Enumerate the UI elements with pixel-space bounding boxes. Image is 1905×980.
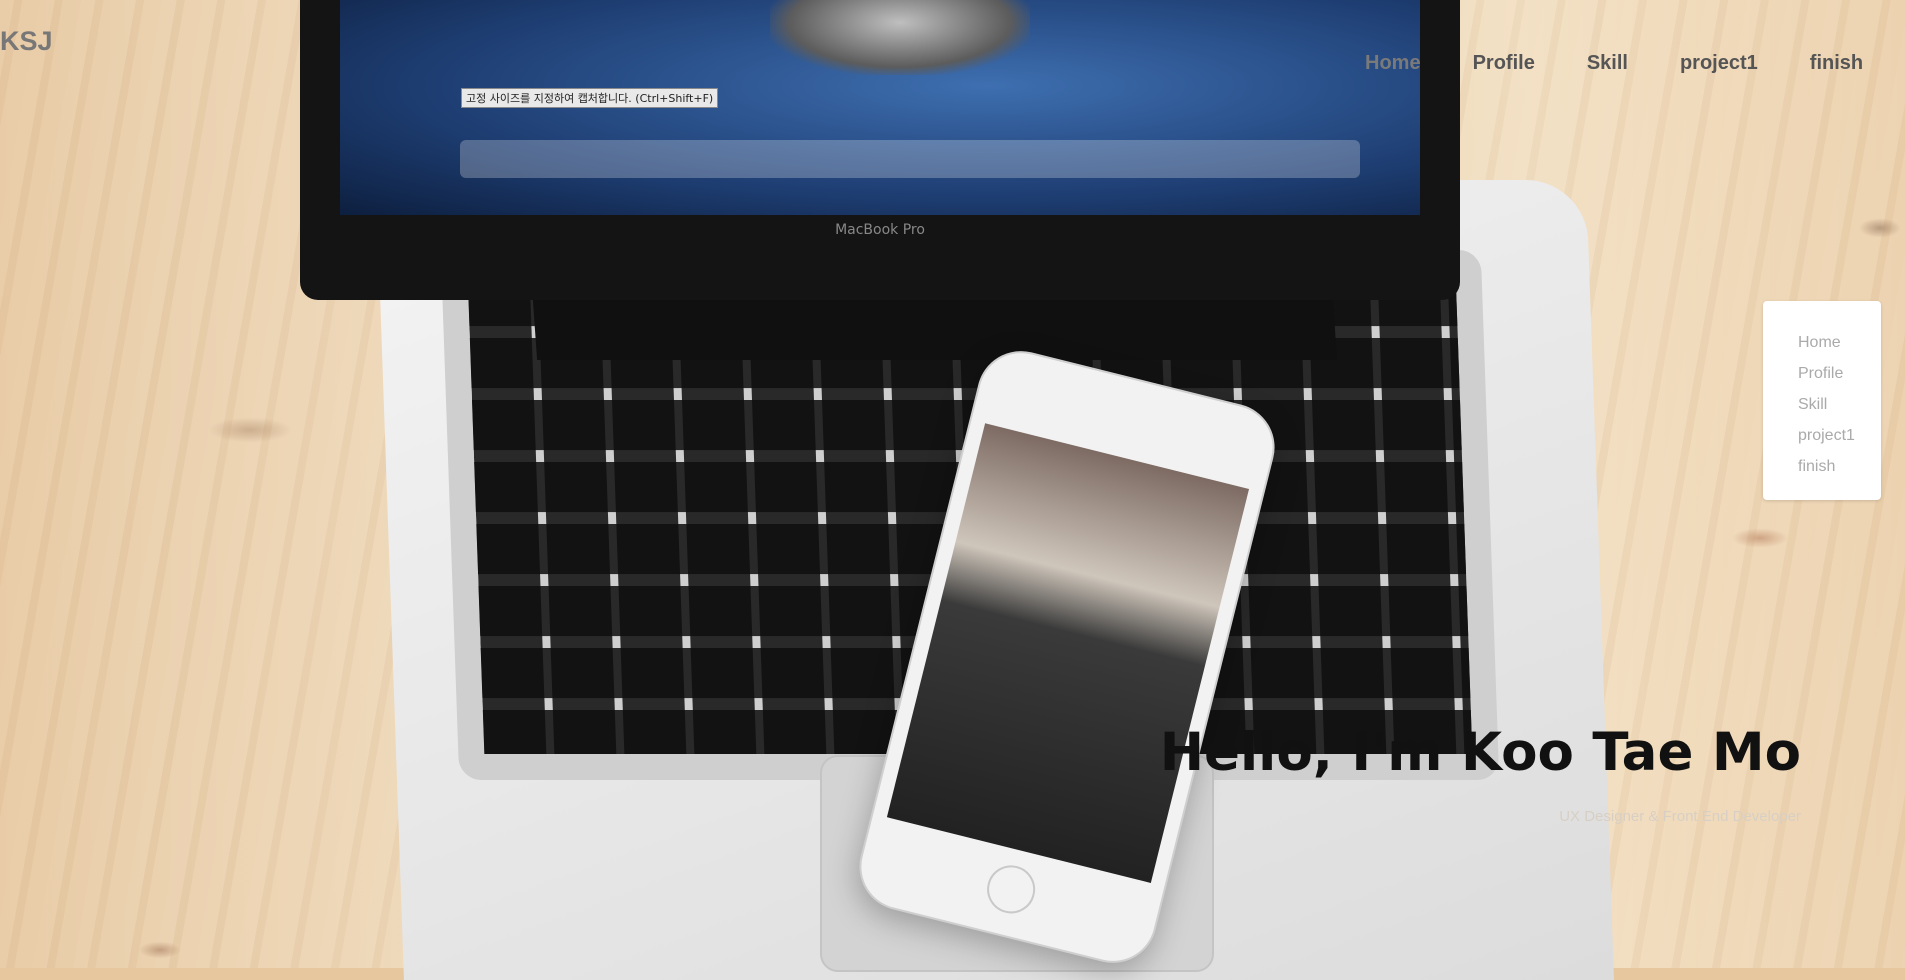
nav-skill[interactable]: Skill — [1587, 52, 1628, 75]
site-logo[interactable]: KSJ — [0, 26, 53, 57]
dock — [460, 140, 1360, 178]
sidenav-home[interactable]: Home — [1763, 330, 1881, 361]
laptop-screen: MacBook Pro — [300, 0, 1460, 300]
laptop-hinge — [532, 300, 1338, 360]
sidenav-project1[interactable]: project1 — [1763, 423, 1881, 454]
laptop-label: MacBook Pro — [835, 222, 925, 238]
hero-subtitle: UX Designer & Front End Developer — [1559, 808, 1801, 825]
sidenav-profile[interactable]: Profile — [1763, 361, 1881, 392]
sidenav-finish[interactable]: finish — [1763, 454, 1881, 485]
nav-finish[interactable]: finish — [1810, 52, 1863, 75]
nav-profile[interactable]: Profile — [1473, 52, 1535, 75]
nav-project1[interactable]: project1 — [1680, 52, 1758, 75]
top-nav: Home Profile Skill project1 finish — [1365, 52, 1863, 75]
home-button-icon — [982, 860, 1041, 919]
hero-title: Hello, I'm Koo Tae Mo — [1159, 722, 1801, 783]
nav-home[interactable]: Home — [1365, 52, 1421, 75]
side-nav: Home Profile Skill project1 finish — [1763, 301, 1881, 500]
capture-tooltip: 고정 사이즈를 지정하여 캡처합니다. (Ctrl+Shift+F) — [461, 88, 719, 108]
sidenav-skill[interactable]: Skill — [1763, 392, 1881, 423]
